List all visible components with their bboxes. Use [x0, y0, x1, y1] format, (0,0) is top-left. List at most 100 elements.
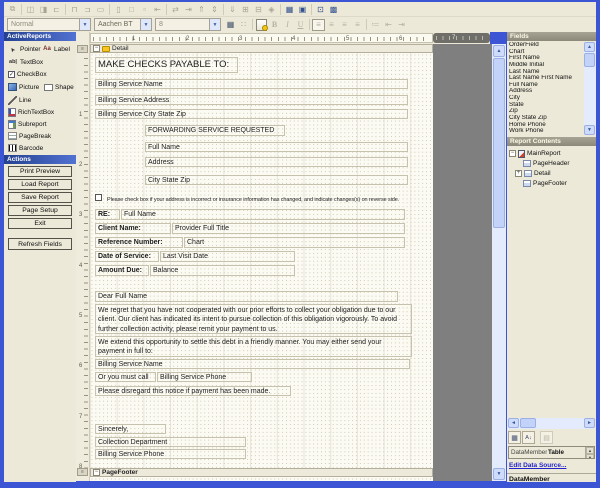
fields-list-scrollbar[interactable]: ▲ ▼ — [584, 42, 596, 135]
collapse-icon[interactable]: − — [509, 150, 516, 157]
show-grid-icon[interactable]: ▦ — [224, 19, 237, 31]
align-rights-icon[interactable]: ▭ — [94, 3, 107, 15]
send-to-back-icon[interactable]: ◫ — [24, 3, 37, 15]
center-vertical-icon[interactable]: ◈ — [265, 3, 278, 15]
tree-item-pagefooter[interactable]: PageFooter — [523, 179, 567, 188]
align-middles-icon[interactable]: □ — [125, 3, 138, 15]
field-item[interactable]: OrderField — [509, 42, 582, 49]
increase-spacing-icon[interactable]: ⇓ — [226, 3, 239, 15]
collapse-icon[interactable]: − — [93, 469, 100, 476]
field-item[interactable]: Zip — [509, 108, 582, 115]
report-label-re[interactable]: RE: — [95, 209, 120, 220]
report-label-disregard-notice[interactable]: Please disregard this notice if payment … — [95, 386, 291, 396]
report-design-surface[interactable]: MAKE CHECKS PAYABLE TO: Billing Service … — [90, 53, 433, 468]
chevron-down-icon[interactable]: ▼ — [209, 19, 220, 30]
tool-label[interactable]: Aa Label — [42, 44, 70, 54]
align-bottoms-icon[interactable]: ▫ — [138, 3, 151, 15]
report-field-full-name[interactable]: Full Name — [145, 142, 408, 152]
align-lefts-icon[interactable]: ⊓ — [68, 3, 81, 15]
space-across-icon[interactable]: ⇑ — [195, 3, 208, 15]
report-label-forwarding[interactable]: FORWARDING SERVICE REQUESTED — [145, 125, 285, 136]
field-item[interactable]: City State Zip — [509, 115, 582, 122]
bullets-button[interactable]: ≔ — [369, 19, 382, 31]
same-height-icon[interactable]: ⇥ — [182, 3, 195, 15]
report-label-make-checks[interactable]: MAKE CHECKS PAYABLE TO: — [95, 57, 238, 73]
tree-item-mainreport[interactable]: − MainReport — [509, 149, 561, 158]
lock-controls-icon[interactable]: ▣ — [296, 3, 309, 15]
snap-to-grid-icon[interactable]: ∷ — [237, 19, 250, 31]
field-item[interactable]: Last Name — [509, 69, 582, 76]
collapse-icon[interactable]: − — [93, 45, 100, 52]
report-label-date-of-service[interactable]: Date of Service: — [95, 251, 159, 262]
report-field-address[interactable]: Address — [145, 157, 408, 167]
pagefooter-band-header[interactable]: − PageFooter — [90, 468, 433, 477]
detail-band-header[interactable]: − Detail — [90, 44, 433, 53]
report-field-city-state-zip[interactable]: City State Zip — [145, 175, 408, 185]
field-item[interactable]: Home Phone — [509, 122, 582, 129]
decrease-spacing-icon[interactable]: ⊞ — [239, 3, 252, 15]
scroll-left-icon[interactable]: ◄ — [508, 418, 519, 428]
report-field-billing-service-name[interactable]: Billing Service Name — [95, 79, 408, 89]
report-field-billing-service-phone[interactable]: Billing Service Phone — [157, 372, 252, 382]
report-paragraph-collection-notice[interactable]: We regret that you have not cooperated w… — [95, 304, 412, 334]
categorized-icon[interactable]: ▦ — [508, 431, 521, 444]
report-checkbox[interactable] — [95, 194, 102, 201]
align-centers-icon[interactable]: ⊐ — [81, 3, 94, 15]
underline-button[interactable]: U — [294, 19, 307, 31]
report-field-dear-full-name[interactable]: Dear Full Name — [95, 291, 398, 302]
tool-line[interactable]: Line — [8, 95, 31, 105]
style-combo[interactable]: Normal ▼ — [7, 18, 91, 31]
properties-horizontal-scrollbar[interactable]: ◄ ► — [508, 418, 595, 429]
page-setup-button[interactable]: Page Setup — [8, 205, 72, 216]
tool-pointer[interactable]: ➤ Pointer — [8, 44, 41, 54]
sort-alphabetical-icon[interactable]: A↓ — [522, 431, 535, 444]
footer-band-grip[interactable]: ≡ — [77, 468, 88, 476]
scrollbar-thumb[interactable] — [584, 53, 595, 67]
tool-subreport[interactable]: Subreport — [8, 119, 47, 129]
edit-data-source-link[interactable]: Edit Data Source... — [509, 462, 566, 469]
scrollbar-thumb[interactable] — [520, 418, 536, 428]
report-field-billing-service-phone-2[interactable]: Billing Service Phone — [95, 449, 246, 459]
same-size-icon[interactable]: ⇄ — [169, 3, 182, 15]
spinner-up-icon[interactable]: ▲ — [586, 447, 594, 454]
field-item[interactable]: Full Name — [509, 82, 582, 89]
reorder-fields-icon[interactable] — [256, 19, 267, 31]
tree-item-pageheader[interactable]: PageHeader — [523, 159, 570, 168]
move-forward-icon[interactable]: ◨ — [37, 3, 50, 15]
report-field-balance[interactable]: Balance — [150, 265, 295, 276]
report-field-billing-service-name-2[interactable]: Billing Service Name — [95, 359, 410, 369]
datamember-property-row[interactable]: DataMember Table ▲ ▼ — [508, 446, 595, 459]
report-label-sincerely[interactable]: Sincerely, — [95, 424, 166, 434]
field-item[interactable]: Middle Initial — [509, 62, 582, 69]
scroll-down-icon[interactable]: ▼ — [493, 468, 505, 480]
refresh-fields-button[interactable]: Refresh Fields — [8, 238, 72, 250]
italic-button[interactable]: I — [281, 19, 294, 31]
report-label-client-name[interactable]: Client Name: — [95, 223, 171, 234]
scrollbar-thumb[interactable] — [493, 58, 505, 228]
tool-picture[interactable]: Picture — [8, 82, 39, 92]
field-item[interactable]: Last Name First Name — [509, 75, 582, 82]
center-horizontal-icon[interactable]: ⊟ — [252, 3, 265, 15]
spinner-down-icon[interactable]: ▼ — [586, 454, 594, 459]
detail-band-grip[interactable]: ≡ — [77, 45, 88, 53]
scroll-up-icon[interactable]: ▲ — [584, 42, 595, 52]
field-item[interactable]: City — [509, 95, 582, 102]
align-right-button[interactable]: ≡ — [338, 19, 351, 31]
load-report-button[interactable]: Load Report — [8, 179, 72, 190]
report-field-billing-service-csz[interactable]: Billing Service City State Zip — [95, 109, 408, 119]
indent-button[interactable]: ⇥ — [395, 19, 408, 31]
save-report-button[interactable]: Save Report — [8, 192, 72, 203]
report-label-or-you-must-call[interactable]: Or you must call — [95, 372, 156, 382]
report-field-last-visit-date[interactable]: Last Visit Date — [160, 251, 295, 262]
scroll-up-icon[interactable]: ▲ — [493, 45, 505, 57]
report-field-provider-full-title[interactable]: Provider Full Title — [172, 223, 405, 234]
field-item[interactable]: Chart — [509, 49, 582, 56]
field-item[interactable]: First Name — [509, 55, 582, 62]
scroll-down-icon[interactable]: ▼ — [584, 125, 595, 135]
align-left-button[interactable]: ≡ — [312, 19, 325, 31]
report-checkbox-text[interactable]: Please check box if your address is inco… — [104, 194, 412, 203]
reorder-sections-icon[interactable]: ▩ — [327, 3, 340, 15]
report-paragraph-settle-offer[interactable]: We extend this opportunity to settle thi… — [95, 336, 412, 357]
report-label-collection-department[interactable]: Collection Department — [95, 437, 246, 447]
font-size-combo[interactable]: 8 ▼ — [155, 18, 221, 31]
